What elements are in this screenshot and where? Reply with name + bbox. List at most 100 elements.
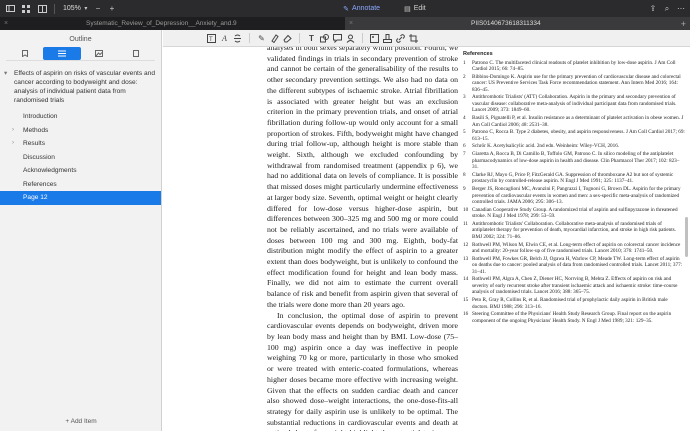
- outline-item-label: Acknowledgments: [23, 167, 77, 174]
- font-style-icon[interactable]: A: [218, 32, 231, 45]
- more-icon[interactable]: ⋯: [674, 0, 688, 17]
- reference-text[interactable]: Rothwell PM, Algra A, Chen Z, Diener HC,…: [472, 276, 685, 296]
- stamp-icon[interactable]: [381, 32, 394, 45]
- link-icon[interactable]: [394, 32, 407, 45]
- outline-item-acknowledgments[interactable]: Acknowledgments: [0, 164, 161, 178]
- reference-text[interactable]: Antithrombotic Trialists' Collaboration.…: [472, 221, 685, 241]
- image-insert-icon[interactable]: [368, 32, 381, 45]
- signature-icon[interactable]: [344, 32, 357, 45]
- close-icon[interactable]: ×: [4, 20, 8, 27]
- reference-text[interactable]: Rothwell PM, Fowkes GR, Belch JJ, Ogawa …: [472, 256, 685, 276]
- page-layout-icon[interactable]: [34, 0, 50, 17]
- toolbar-divider: [54, 3, 55, 14]
- reference-text[interactable]: Patrono C. The multifaceted clinical rea…: [472, 60, 685, 73]
- reference-text[interactable]: Rothwell PM, Wilson M, Elwin CE, et al. …: [472, 242, 685, 255]
- tab-document-2[interactable]: × PIIS0140673618311334 +: [345, 17, 690, 30]
- tab-strip: × Systematic_Review_of_Depression__Anxie…: [0, 17, 690, 30]
- zoom-in-icon[interactable]: +: [105, 0, 119, 17]
- reference-number: 14: [463, 276, 469, 283]
- outline-list-icon[interactable]: [43, 47, 81, 60]
- reference-text[interactable]: Bibbins-Domingo K. Aspirin use for the p…: [472, 74, 685, 94]
- svg-text:T: T: [209, 37, 213, 43]
- reference-item: 6 Schrör K. Acetylsalicylic acid. 2nd edn…: [463, 143, 685, 150]
- chevron-right-icon[interactable]: ›: [12, 124, 14, 138]
- body-text-column: analyses in both sexes separately within…: [267, 47, 458, 431]
- outline-item-methods[interactable]: › Methods: [0, 124, 161, 138]
- zoom-out-icon[interactable]: −: [91, 0, 105, 17]
- reference-text[interactable]: Basili S, Pignatelli P, et al. Insulin r…: [472, 115, 685, 128]
- pencil-icon[interactable]: ✎: [255, 32, 268, 45]
- reference-number: 8: [463, 171, 466, 178]
- reference-text[interactable]: Antithrombotic Trialists' (ATT) Collabor…: [472, 94, 685, 114]
- annotate-label: Annotate: [352, 5, 381, 12]
- references-list: 1 Patrono C. The multifaceted clinical re…: [463, 60, 685, 325]
- reference-text[interactable]: Canadian Cooperative Study Group. A rand…: [472, 207, 685, 220]
- highlighter-icon[interactable]: [268, 32, 281, 45]
- close-icon[interactable]: ×: [349, 20, 353, 27]
- scrollbar-thumb[interactable]: [685, 217, 688, 257]
- text-tool-icon[interactable]: T: [305, 32, 318, 45]
- strikethrough-icon[interactable]: [231, 32, 244, 45]
- reference-item: 10 Canadian Cooperative Study Group. A ra…: [463, 207, 685, 220]
- toolbar-divider: [249, 33, 250, 43]
- reference-text[interactable]: Berger JS, Roncaglioni MC, Avanzini F, P…: [472, 186, 685, 206]
- outline-item-label: Page 12: [23, 194, 48, 201]
- share-icon[interactable]: ⇪: [646, 0, 660, 17]
- sidebar: Outline ▾ Effects of aspirin on risks of…: [0, 30, 162, 431]
- grid-view-icon[interactable]: [18, 0, 34, 17]
- reference-text[interactable]: Clarke RJ, Mayo G, Price P, FitzGerald G…: [472, 172, 685, 185]
- reference-number: 7: [463, 151, 466, 158]
- document-page[interactable]: analyses in both sexes separately within…: [163, 47, 690, 431]
- tab-document-1[interactable]: × Systematic_Review_of_Depression__Anxie…: [0, 17, 345, 30]
- reference-item: 13 Rothwell PM, Fowkes GR, Belch JJ, Ogaw…: [463, 256, 685, 276]
- reference-item: 4 Basili S, Pignatelli P, et al. Insulin …: [463, 115, 685, 128]
- crop-icon[interactable]: [407, 32, 420, 45]
- reference-number: 2: [463, 73, 466, 80]
- chevron-down-icon[interactable]: ▾: [4, 69, 7, 78]
- sidebar-toggle-icon[interactable]: [2, 0, 18, 17]
- reference-text[interactable]: Peto R, Gray R, Collins R, et al. Random…: [472, 297, 685, 310]
- reference-text[interactable]: Steering Committee of the Physicians' He…: [472, 311, 685, 324]
- chevron-right-icon[interactable]: ›: [12, 137, 14, 151]
- reference-item: 7 Giaretta A, Rocca B, Di Camillo B, Toff…: [463, 151, 685, 171]
- references-column: References 1 Patrono C. The multifaceted …: [463, 51, 685, 326]
- reference-number: 10: [463, 206, 469, 213]
- search-icon[interactable]: ⌕: [660, 0, 674, 17]
- chevron-down-icon[interactable]: ▾: [81, 0, 91, 17]
- top-toolbar: 105% ▾ − + ✎ Annotate ▤ Edit ⇪ ⌕ ⋯: [0, 0, 690, 17]
- annotate-mode-button[interactable]: ✎ Annotate: [343, 5, 380, 13]
- outline-item-results[interactable]: › Results: [0, 137, 161, 151]
- reference-number: 3: [463, 94, 466, 101]
- reference-text[interactable]: Giaretta A, Rocca B, Di Camillo B, Toffo…: [472, 151, 685, 171]
- outline-item-references[interactable]: References: [0, 178, 161, 192]
- page-icon[interactable]: [118, 47, 155, 60]
- reference-item: 1 Patrono C. The multifaceted clinical re…: [463, 60, 685, 73]
- text-box-icon[interactable]: T: [205, 32, 218, 45]
- reference-text[interactable]: Patrono C, Rocca B. Type 2 diabetes, obe…: [472, 129, 685, 142]
- outline-item-discussion[interactable]: Discussion: [0, 151, 161, 165]
- conclusion-paragraph: In conclusion, the optimal dose of aspir…: [267, 310, 458, 431]
- bookmark-icon[interactable]: [6, 47, 43, 60]
- add-tab-icon[interactable]: +: [681, 19, 686, 29]
- shape-tool-icon[interactable]: [318, 32, 331, 45]
- sidebar-view-switcher: [6, 47, 155, 61]
- edit-doc-icon: ▤: [404, 5, 411, 13]
- add-item-button[interactable]: + Add Item: [0, 418, 162, 425]
- outline-item-label: References: [23, 180, 57, 188]
- outline-item-label: Methods: [23, 126, 49, 134]
- comment-icon[interactable]: [331, 32, 344, 45]
- edit-mode-button[interactable]: ▤ Edit: [404, 5, 426, 13]
- outline-item-label: Discussion: [23, 153, 55, 161]
- toolbar-divider: [299, 33, 300, 43]
- reference-item: 9 Berger JS, Roncaglioni MC, Avanzini F, …: [463, 186, 685, 206]
- reference-text[interactable]: Schrör K. Acetylsalicylic acid. 2nd edn.…: [472, 143, 685, 150]
- image-icon[interactable]: [81, 47, 118, 60]
- outline-item-introduction[interactable]: Introduction: [0, 110, 161, 124]
- eraser-icon[interactable]: [281, 32, 294, 45]
- discussion-paragraph: analyses in both sexes separately within…: [267, 47, 458, 309]
- sidebar-title: Outline: [69, 36, 92, 43]
- zoom-level[interactable]: 105%: [63, 5, 81, 12]
- outline-root-item[interactable]: ▾ Effects of aspirin on risks of vascula…: [0, 61, 161, 105]
- reference-item: 3 Antithrombotic Trialists' (ATT) Collabo…: [463, 94, 685, 114]
- outline-item-page-12[interactable]: Page 12: [0, 191, 161, 205]
